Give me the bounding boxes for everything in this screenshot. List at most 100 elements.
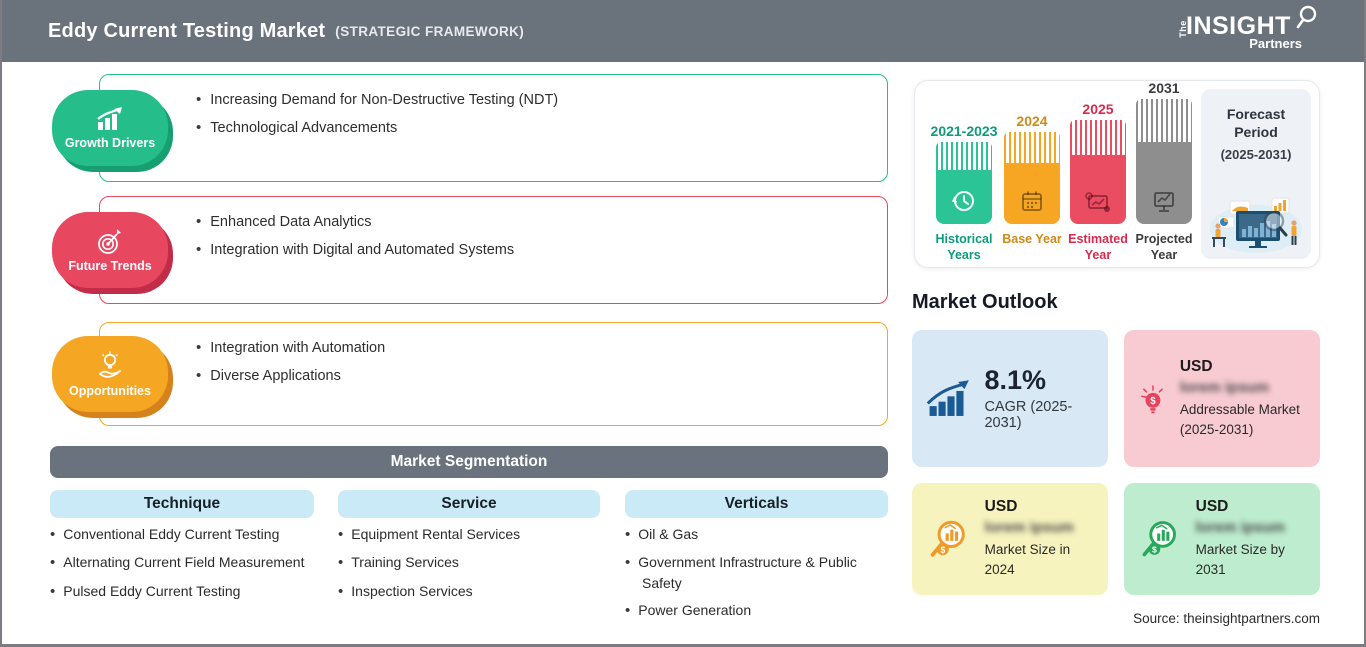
list-item: Conventional Eddy Current Testing (50, 524, 330, 545)
segment-header-verticals: Verticals (625, 490, 888, 518)
currency-label: USD (1195, 498, 1229, 516)
estimate-analytics-icon (1085, 192, 1110, 212)
bar-stripes (936, 142, 992, 170)
future-trends-section: Enhanced Data Analytics Integration with… (2, 196, 888, 304)
list-item: Oil & Gas (625, 524, 875, 545)
list-item: Integration with Automation (196, 339, 867, 356)
bar-caption: Historical Years (935, 232, 993, 262)
bar (1070, 120, 1126, 224)
growth-drivers-box: Increasing Demand for Non-Destructive Te… (99, 74, 888, 182)
analytics-illustration (1210, 197, 1302, 253)
page-subtitle: (STRATEGIC FRAMEWORK) (335, 23, 525, 39)
header: Eddy Current Testing Market (STRATEGIC F… (2, 0, 1364, 62)
bar-stripes (1004, 132, 1060, 164)
forecast-range: (2025-2031) (1220, 147, 1292, 163)
bar-year-label: 2024 (1016, 113, 1048, 129)
list-item: Power Generation (625, 600, 875, 621)
list-item: Integration with Digital and Automated S… (196, 241, 867, 258)
cagr-value: 8.1% (984, 365, 1046, 396)
timeline-bar-historical: 2021-2023 (931, 123, 997, 224)
list-item: Enhanced Data Analytics (196, 213, 867, 230)
bar-caption: Projected Year (1135, 232, 1193, 262)
insight-partners-logo: The INSIGHT Partners (1178, 5, 1317, 54)
cagr-label: CAGR (2025-2031) (984, 398, 1073, 431)
projection-screen-icon (1154, 192, 1174, 212)
bar-year-label: 2031 (1148, 80, 1180, 96)
list-item: Alternating Current Field Measurement (50, 552, 330, 573)
list-item: Training Services (338, 552, 600, 573)
history-clock-icon (951, 191, 974, 211)
opportunities-box: Integration with Automation Diverse Appl… (99, 322, 888, 426)
list-item: Pulsed Eddy Current Testing (50, 581, 330, 602)
blurred-value: lorem ipsum (984, 519, 1074, 537)
addressable-market-card: $ USD lorem ipsum Addressable Market (20… (1124, 330, 1320, 467)
card-label: Addressable Market (2025-2031) (1179, 401, 1300, 437)
bar-year-label: 2025 (1082, 101, 1114, 117)
bar-body (1004, 163, 1060, 224)
future-trends-badge: Future Trends (52, 212, 168, 288)
list-item: Inspection Services (338, 581, 600, 602)
infographic-page: Eddy Current Testing Market (STRATEGIC F… (0, 0, 1366, 647)
card-label: Market Size in 2024 (984, 542, 1071, 577)
growth-drivers-section: Increasing Demand for Non-Destructive Te… (2, 74, 888, 182)
bar-year-label: 2021-2023 (930, 123, 998, 139)
currency-label: USD (1179, 357, 1213, 375)
page-title: Eddy Current Testing Market (48, 19, 326, 42)
future-trends-box: Enhanced Data Analytics Integration with… (99, 196, 888, 304)
forecast-label: Forecast Period (1226, 106, 1286, 141)
badge-label: Opportunities (69, 383, 151, 398)
bulb-dollar-icon: $ (1141, 384, 1163, 413)
segment-header-technique: Technique (50, 490, 314, 518)
bar-stripes (1070, 120, 1126, 156)
bar-stripes (1136, 99, 1192, 142)
list-item: Government Infrastructure & Public Safet… (625, 552, 875, 593)
magnifier-icon (1296, 5, 1317, 29)
market-size-2024-card: $ USD lorem ipsum Market Size in 2024 (912, 483, 1108, 595)
blurred-value: lorem ipsum (1179, 378, 1270, 396)
svg-text:$: $ (1152, 545, 1157, 555)
opportunities-section: Integration with Automation Diverse Appl… (2, 322, 888, 426)
bar (1004, 132, 1060, 224)
segment-header-service: Service (338, 490, 600, 518)
svg-text:$: $ (940, 545, 945, 555)
market-size-2031-card: $ USD lorem ipsum Market Size by 2031 (1124, 483, 1320, 595)
bar-caption: Estimated Year (1068, 232, 1128, 262)
currency-label: USD (984, 498, 1018, 516)
growth-drivers-badge: Growth Drivers (52, 90, 168, 166)
bar-body (936, 169, 992, 224)
svg-text:$: $ (1150, 395, 1156, 406)
calendar-icon (1022, 191, 1042, 211)
service-list: Equipment Rental Services Training Servi… (338, 524, 600, 609)
badge-label: Future Trends (68, 258, 152, 273)
blurred-value: lorem ipsum (1195, 519, 1285, 537)
list-item: Increasing Demand for Non-Destructive Te… (196, 91, 867, 108)
magnifier-chart-green-icon: $ (1142, 521, 1176, 557)
verticals-list: Oil & Gas Government Infrastructure & Pu… (625, 524, 875, 629)
bar-body (1070, 155, 1126, 224)
bar (1136, 99, 1192, 224)
card-label: Market Size by 2031 (1195, 542, 1285, 577)
forecast-period-panel: Forecast Period (2025-2031) (1201, 89, 1311, 259)
timeline-bar-projected: 2031 (1136, 80, 1192, 224)
target-dart-icon (98, 228, 121, 254)
list-item: Equipment Rental Services (338, 524, 600, 545)
timeline-bar-base: 2024 (1004, 113, 1060, 224)
logo-partners-text: Partners (1249, 36, 1302, 51)
magnifier-chart-orange-icon: $ (930, 520, 965, 557)
timeline-card: 2021-2023 Historical Years 2024 Base Yea… (914, 80, 1320, 268)
bar-body (1136, 141, 1192, 224)
cagr-card: 8.1% CAGR (2025-2031) (912, 330, 1108, 467)
market-segmentation-banner: Market Segmentation (50, 446, 888, 478)
growth-chart-icon (97, 106, 122, 130)
bar-caption: Base Year (1002, 232, 1062, 246)
bulb-hand-icon (99, 351, 121, 378)
market-outlook-title: Market Outlook (912, 291, 1058, 313)
badge-label: Growth Drivers (64, 135, 156, 150)
timeline-bar-estimated: 2025 (1070, 101, 1126, 224)
list-item: Diverse Applications (196, 367, 867, 384)
list-item: Technological Advancements (196, 119, 867, 136)
bar (936, 142, 992, 224)
source-attribution: Source: theinsightpartners.com (1133, 611, 1320, 626)
technique-list: Conventional Eddy Current Testing Altern… (50, 524, 330, 609)
opportunities-badge: Opportunities (52, 336, 168, 412)
